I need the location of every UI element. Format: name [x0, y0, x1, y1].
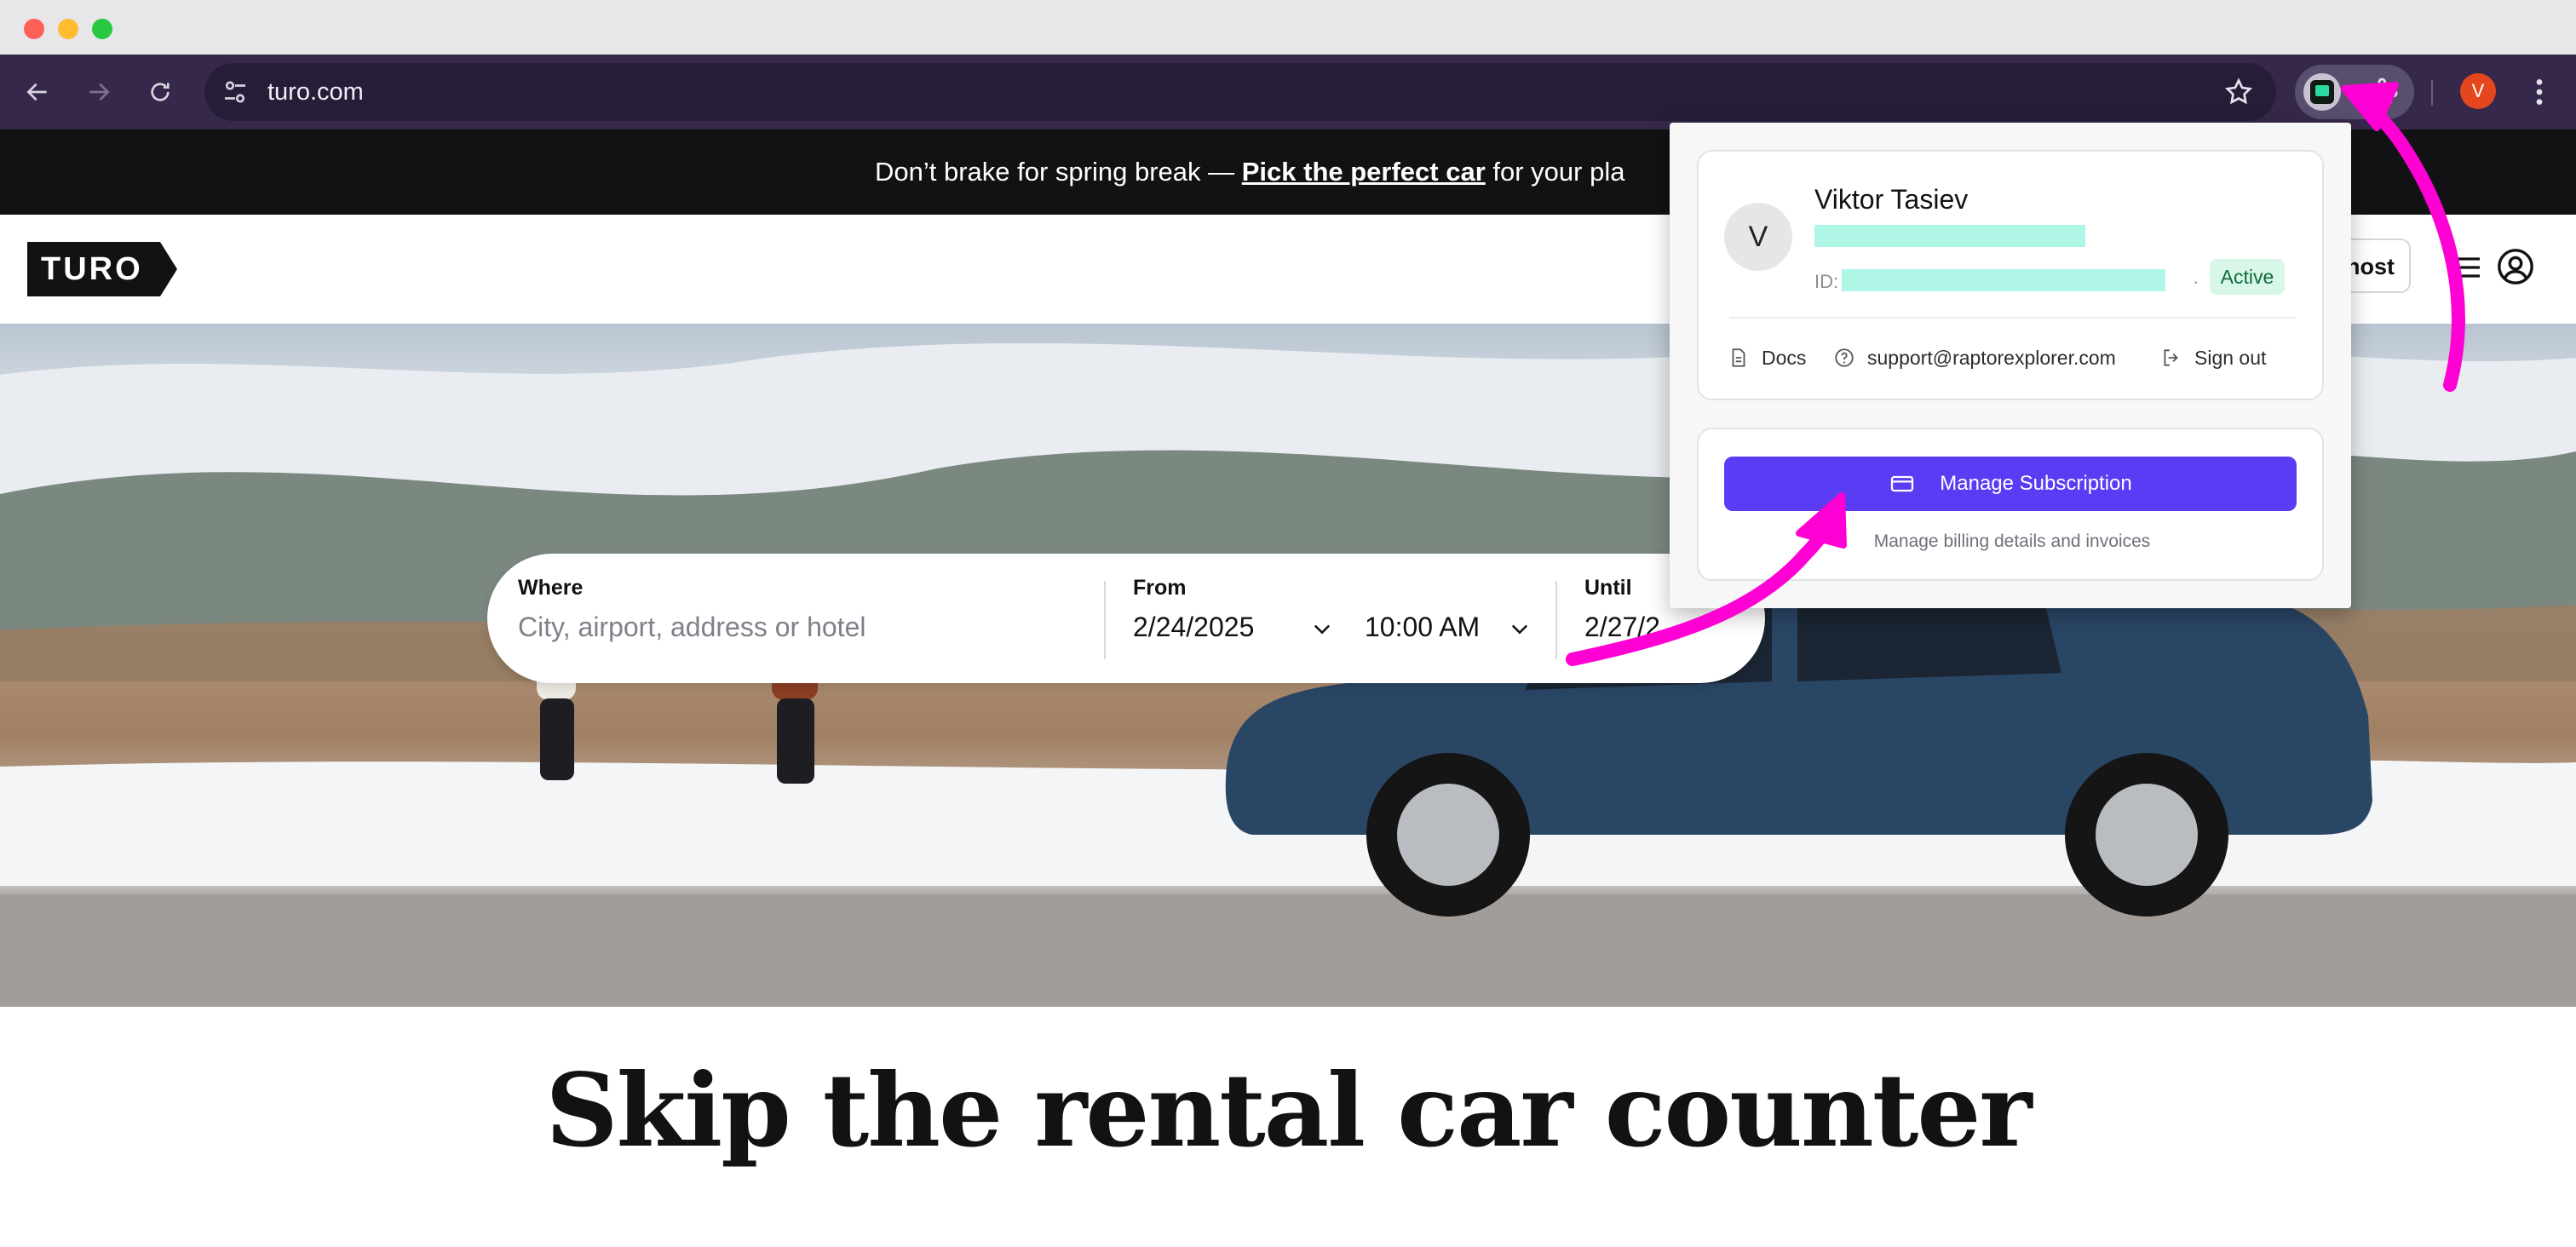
account-icon[interactable]	[2496, 247, 2535, 286]
site-settings-icon[interactable]	[220, 77, 250, 107]
where-label: Where	[518, 576, 584, 600]
manage-caption: Manage billing details and invoices	[1873, 532, 2151, 551]
account-card: V Viktor Tasiev ID: · Active Docs suppor…	[1697, 150, 2324, 400]
subscription-card: Manage Subscription Manage billing detai…	[1697, 428, 2324, 581]
reload-icon	[151, 83, 170, 101]
help-circle-icon	[1835, 348, 1854, 367]
browser-window: turo.com V Don’t brake for spring break …	[0, 0, 2576, 1247]
status-badge: Active	[2210, 259, 2285, 295]
bookmark-star-icon[interactable]	[2223, 77, 2254, 107]
hamburger-menu-icon[interactable]	[2450, 250, 2484, 284]
host-label: host	[2346, 254, 2395, 279]
where-input[interactable]: City, airport, address or hotel	[518, 612, 865, 643]
credit-card-icon	[1891, 475, 1914, 492]
user-name: Viktor Tasiev	[1814, 184, 1969, 215]
banner-link[interactable]: Pick the perfect car	[1242, 157, 1486, 187]
document-icon	[1732, 348, 1745, 367]
forward-icon	[89, 83, 110, 101]
back-icon	[26, 83, 47, 101]
chevron-down-icon[interactable]	[1310, 617, 1334, 641]
banner-text-suffix: for your pla	[1485, 157, 1625, 187]
sign-out-icon	[2164, 349, 2178, 366]
search-bar: Where City, airport, address or hotel Fr…	[487, 554, 1765, 683]
card-divider	[1729, 317, 2295, 319]
support-email: support@raptorexplorer.com	[1867, 346, 2116, 369]
manage-subscription-button[interactable]: Manage Subscription	[1724, 457, 2297, 511]
toolbar-separator	[2431, 80, 2433, 106]
extension-icon	[2310, 80, 2334, 104]
raptor-extension-button[interactable]	[2303, 73, 2341, 111]
page-headline: Skip the rental car counter	[545, 1051, 2032, 1169]
from-label: From	[1133, 576, 1187, 600]
back-button[interactable]	[17, 72, 58, 112]
browser-toolbar: turo.com V	[0, 55, 2576, 129]
extension-popup: V Viktor Tasiev ID: · Active Docs suppor…	[1670, 123, 2351, 608]
minimize-window-button[interactable]	[58, 19, 78, 39]
kebab-menu-icon[interactable]	[2527, 75, 2552, 109]
close-window-button[interactable]	[24, 19, 44, 39]
search-divider	[1555, 581, 1557, 659]
redacted-id	[1842, 269, 2165, 291]
until-date-select[interactable]: 2/27/2	[1584, 612, 1660, 643]
profile-avatar[interactable]: V	[2460, 73, 2496, 109]
manage-subscription-label: Manage Subscription	[1940, 472, 2132, 495]
id-separator: ·	[2193, 271, 2199, 292]
docs-label: Docs	[1762, 346, 1807, 369]
reload-button[interactable]	[140, 72, 181, 112]
address-bar[interactable]: turo.com	[204, 63, 2276, 121]
until-label: Until	[1584, 576, 1632, 600]
forward-button[interactable]	[78, 72, 119, 112]
maximize-window-button[interactable]	[92, 19, 112, 39]
logo-text: TURO	[41, 251, 143, 287]
turo-logo[interactable]: TURO	[27, 242, 177, 296]
docs-link[interactable]: Docs	[1728, 341, 1806, 375]
support-link[interactable]: support@raptorexplorer.com	[1833, 341, 2116, 375]
banner-text: Don’t brake for spring break —	[875, 157, 1242, 187]
url-text[interactable]: turo.com	[267, 78, 364, 106]
puzzle-icon[interactable]	[2366, 75, 2401, 109]
search-divider	[1104, 581, 1106, 659]
user-avatar: V	[1724, 203, 1792, 271]
title-bar	[0, 0, 2576, 55]
id-label: ID:	[1814, 271, 1839, 292]
from-date-select[interactable]: 2/24/2025	[1133, 612, 1254, 643]
redacted-email	[1814, 225, 2085, 247]
from-time-select[interactable]: 10:00 AM	[1365, 612, 1480, 643]
sign-out-button[interactable]: Sign out	[2160, 341, 2266, 375]
chevron-down-icon[interactable]	[1508, 617, 1532, 641]
sign-out-label: Sign out	[2194, 346, 2267, 369]
